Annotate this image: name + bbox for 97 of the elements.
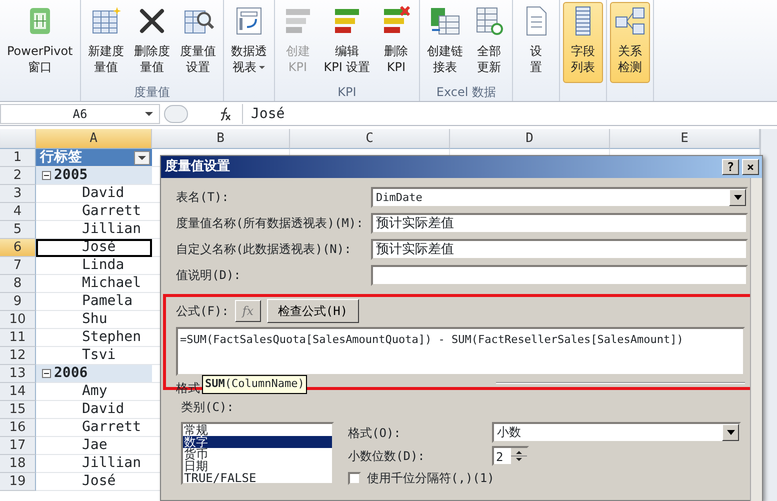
ribbon-button[interactable]: 编辑 KPI 设置	[320, 2, 374, 83]
row-header[interactable]: 6	[0, 239, 36, 257]
ribbon-button[interactable]: 字段列表	[563, 2, 604, 83]
category-listbox[interactable]: 常规 数字 货币 日期 TRUE/FALSE	[181, 422, 334, 485]
dialog-scrollbar[interactable]	[750, 178, 762, 501]
table-cell: José	[36, 239, 152, 257]
group-label: KPI	[336, 84, 358, 101]
splitter-handle-icon[interactable]	[164, 104, 188, 122]
text-field[interactable]	[371, 264, 748, 286]
check-formula-button[interactable]: 检查公式(H)	[266, 299, 359, 323]
row-header[interactable]: 11	[0, 329, 36, 347]
relationship-icon	[614, 5, 646, 37]
table-cell: Garrett	[36, 203, 152, 221]
ribbon-button[interactable]: 设置	[516, 2, 556, 83]
select-field[interactable]: DimDate	[371, 186, 748, 208]
field-label: 表名(T):	[176, 189, 230, 206]
checkbox-label: 使用千位分隔符(,)(1)	[367, 470, 494, 487]
column-header[interactable]: D	[450, 129, 610, 149]
row-header[interactable]: 8	[0, 275, 36, 293]
group-label: Excel 数据	[435, 84, 498, 101]
filter-dropdown-icon[interactable]	[134, 150, 150, 164]
field-label: 公式(F):	[176, 303, 229, 320]
field-label: 类别(C):	[181, 399, 235, 416]
field-label: 值说明(D):	[176, 267, 242, 284]
table-cell: David	[36, 185, 152, 203]
list-item[interactable]: 数字	[183, 436, 332, 448]
field-label: 自定义名称(此数据透视表)(N):	[176, 241, 352, 258]
ribbon-button[interactable]: 全部更新	[469, 2, 510, 83]
dropdown-caret-icon	[145, 112, 153, 116]
row-header[interactable]: 2	[0, 167, 36, 185]
column-header[interactable]: A	[36, 129, 152, 149]
row-header[interactable]: 10	[0, 311, 36, 329]
number-spinner[interactable]: 2	[492, 446, 529, 466]
row-header[interactable]: 13	[0, 365, 36, 383]
row-header[interactable]: 16	[0, 419, 36, 437]
row-header[interactable]: 18	[0, 455, 36, 473]
insert-function-icon[interactable]	[218, 106, 232, 120]
row-header[interactable]: 4	[0, 203, 36, 221]
formula-field[interactable]: =SUM(FactSalesQuota[SalesAmountQuota]) - SUM(FactResellerSales[SalesAmount])	[176, 327, 745, 376]
table-cell: Amy	[36, 383, 152, 401]
table-cell: Pamela	[36, 293, 152, 311]
linked-table-icon	[429, 5, 462, 37]
list-item[interactable]: 常规	[183, 424, 332, 436]
row-header[interactable]: 1	[0, 149, 36, 167]
row-header[interactable]: 17	[0, 437, 36, 455]
ribbon-button[interactable]: 创建链接表	[423, 2, 468, 83]
row-header[interactable]: 9	[0, 293, 36, 311]
field-label: 度量值名称(所有数据透视表)(M):	[176, 215, 364, 232]
table-cell: 2006	[54, 365, 88, 382]
function-tooltip: SUM(ColumnName)	[202, 375, 308, 394]
table-cell: Shu	[36, 311, 152, 329]
formula-field[interactable]: José	[242, 104, 777, 124]
row-header[interactable]: 7	[0, 257, 36, 275]
table-cell: José	[36, 473, 152, 491]
row-header[interactable]: 3	[0, 185, 36, 203]
dialog-title: 度量值设置	[165, 158, 230, 176]
row-header[interactable]: 12	[0, 347, 36, 365]
field-label: 格式(O):	[348, 424, 402, 442]
column-header[interactable]: E	[610, 129, 760, 149]
section-label: 格式	[176, 380, 200, 397]
table-cell: Garrett	[36, 419, 152, 437]
table-cell: Jillian	[36, 455, 152, 473]
list-item[interactable]: 货币	[183, 448, 332, 460]
row-header[interactable]: 5	[0, 221, 36, 239]
close-button[interactable]: ×	[742, 159, 759, 175]
row-header[interactable]: 15	[0, 401, 36, 419]
ribbon-button[interactable]: 关系检测	[610, 2, 650, 83]
row-header[interactable]: 19	[0, 473, 36, 491]
checkbox[interactable]	[348, 472, 361, 484]
select-field[interactable]: 小数	[492, 422, 741, 443]
table-cell: 2005	[54, 167, 88, 184]
text-field[interactable]: 预计实际差值	[371, 238, 748, 260]
field-label: 小数位数(D):	[348, 448, 426, 465]
table-cell: David	[36, 401, 152, 419]
name-box[interactable]: A6	[0, 104, 160, 124]
list-item[interactable]: 日期	[183, 460, 332, 472]
ribbon-button[interactable]: PowerPivot 窗口	[3, 2, 77, 83]
group-label: 度量值	[132, 84, 171, 101]
ribbon-button[interactable]: 删除度量值	[130, 2, 174, 83]
table-cell: Stephen	[36, 329, 152, 347]
ribbon-button[interactable]: 度量值设置	[176, 2, 220, 83]
table-cell: Michael	[36, 275, 152, 293]
ribbon-button[interactable]: 数据透视表	[226, 2, 271, 83]
table-cell: Linda	[36, 257, 152, 275]
list-item[interactable]: TRUE/FALSE	[183, 472, 332, 484]
help-button[interactable]: ?	[722, 159, 739, 175]
table-cell: Jillian	[36, 221, 152, 239]
collapse-icon[interactable]	[42, 171, 51, 180]
table-cell: Jae	[36, 437, 152, 455]
ribbon-button[interactable]: 删除 KPI	[376, 2, 416, 83]
ribbon-button[interactable]: 新建度量值	[84, 2, 128, 83]
collapse-icon[interactable]	[42, 369, 51, 378]
row-header[interactable]: 14	[0, 383, 36, 401]
column-header[interactable]: B	[152, 129, 290, 149]
table-cell: 行标签	[40, 149, 82, 166]
column-header[interactable]: C	[290, 129, 450, 149]
text-field[interactable]: 预计实际差值	[371, 212, 748, 234]
